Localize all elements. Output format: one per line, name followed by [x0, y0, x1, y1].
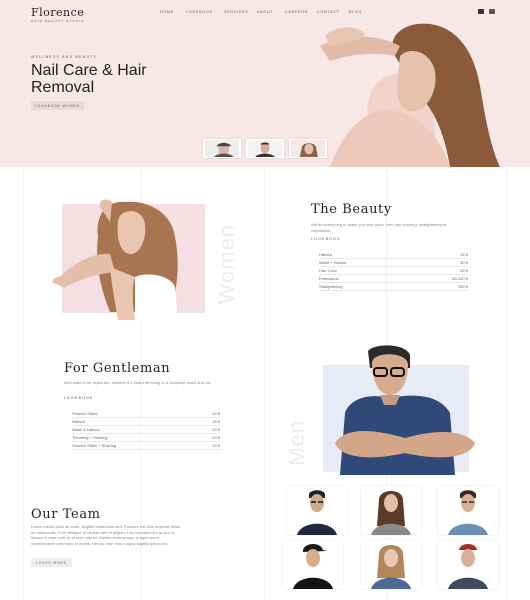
brand-tagline: HAIR BEAUTY STUDIO	[31, 19, 85, 23]
facebook-icon[interactable]	[489, 9, 495, 14]
price-row: Haircut 18 €	[72, 418, 220, 426]
service-name: Wash + Haircut	[319, 260, 347, 265]
learn-more-button[interactable]: LEARN MORE	[31, 558, 72, 567]
hero-thumbnail-3[interactable]	[289, 139, 327, 158]
men-price-list: Shorten Sides 12 € Haircut 18 € Wash & Hai…	[72, 410, 220, 450]
men-glasses-photo	[335, 345, 475, 475]
hero-title: Nail Care & Hair Removal	[31, 62, 231, 96]
hero-thumbnail-2[interactable]	[246, 139, 284, 158]
women-vertical-label: Women	[214, 224, 239, 305]
team-member-3[interactable]	[438, 486, 498, 535]
beauty-title: The Beauty	[311, 202, 392, 217]
hero-title-line2: Removal	[31, 79, 95, 96]
service-name: Hair Color	[319, 268, 338, 273]
beauty-description: We do everything to make you look good, …	[311, 222, 447, 233]
gentleman-description: Men want to be styled too, whether it a …	[64, 380, 212, 385]
service-price: 15 €	[212, 443, 220, 448]
gentleman-title: For Gentleman	[64, 361, 171, 376]
service-name: Shorten Sides	[72, 411, 98, 416]
service-price: 25 €	[460, 252, 468, 257]
nav-item-lookbook[interactable]: LOOKBOOK	[186, 10, 213, 14]
price-row: Wash + Haircut 30 €	[319, 259, 468, 267]
grid-line	[507, 167, 508, 600]
hero-thumbnail-1[interactable]	[203, 139, 241, 158]
team-title: Our Team	[31, 507, 101, 522]
women-curly-hair-photo	[52, 199, 178, 320]
team-member-4[interactable]	[283, 540, 343, 589]
nav-item-blog[interactable]: BLOG	[349, 10, 362, 14]
price-row: Trimming + Shaving 20 €	[72, 434, 220, 442]
service-name: Wash & Haircut	[72, 427, 100, 432]
nav-item-careers[interactable]: CAREERS	[285, 10, 308, 14]
service-price: 18 €	[212, 419, 220, 424]
nav-item-home[interactable]: HOME	[160, 10, 174, 14]
nav-item-contact[interactable]: CONTACT	[317, 10, 340, 14]
price-row: Haircut 25 €	[319, 251, 468, 259]
price-row: Hair Color 45 €	[319, 267, 468, 275]
hero-title-line1: Nail Care & Hair	[31, 62, 147, 79]
nav-item-about[interactable]: ABOUT	[257, 10, 273, 14]
team-member-5[interactable]	[361, 540, 421, 589]
grid-line	[23, 167, 24, 600]
service-name: Straightening	[319, 284, 343, 289]
women-lookbook-link[interactable]: LOOKBOOK	[311, 237, 341, 241]
service-price: 30 €	[460, 260, 468, 265]
service-name: Haircut	[319, 252, 332, 257]
hero-eyebrow: WELLNESS AND BEAUTY	[31, 55, 98, 59]
service-name: Haircut	[72, 419, 85, 424]
nav-item-services[interactable]: SERVICES	[224, 10, 249, 14]
women-vertical-label-wrap: Women	[214, 224, 244, 316]
youtube-icon[interactable]	[478, 9, 484, 14]
service-price: 12 €	[212, 411, 220, 416]
price-row: Wash & Haircut 25 €	[72, 426, 220, 434]
brand-logo[interactable]: Florence	[31, 6, 84, 19]
service-name: Extensions	[319, 276, 339, 281]
women-price-list: Haircut 25 € Wash + Haircut 30 € Hair Colo…	[319, 251, 468, 291]
price-row: Extensions 60-120 €	[319, 275, 468, 283]
team-description: Lorem ipsum dolor sit amet, sagittis ves…	[31, 524, 181, 546]
service-price: 25 €	[212, 427, 220, 432]
men-vertical-label: Men	[284, 420, 309, 466]
hero-woman-photo	[300, 16, 530, 167]
team-member-6[interactable]	[438, 540, 498, 589]
price-row: Shorten Sides + Shaving 15 €	[72, 442, 220, 450]
men-vertical-label-wrap: Men	[284, 420, 314, 480]
service-price: 60-120 €	[452, 276, 468, 281]
price-row: Shorten Sides 12 €	[72, 410, 220, 418]
team-member-1[interactable]	[287, 486, 347, 535]
service-price: 150 €	[457, 284, 468, 289]
service-name: Shorten Sides + Shaving	[72, 443, 117, 448]
service-price: 45 €	[460, 268, 468, 273]
service-name: Trimming + Shaving	[72, 435, 108, 440]
grid-line	[264, 167, 265, 600]
price-row: Straightening 150 €	[319, 283, 468, 291]
team-member-2[interactable]	[361, 486, 421, 535]
men-lookbook-link[interactable]: LOOKBOOK	[64, 396, 94, 400]
service-price: 20 €	[212, 435, 220, 440]
lookbook-women-button[interactable]: LOOKBOOK WOMEN	[31, 101, 84, 110]
